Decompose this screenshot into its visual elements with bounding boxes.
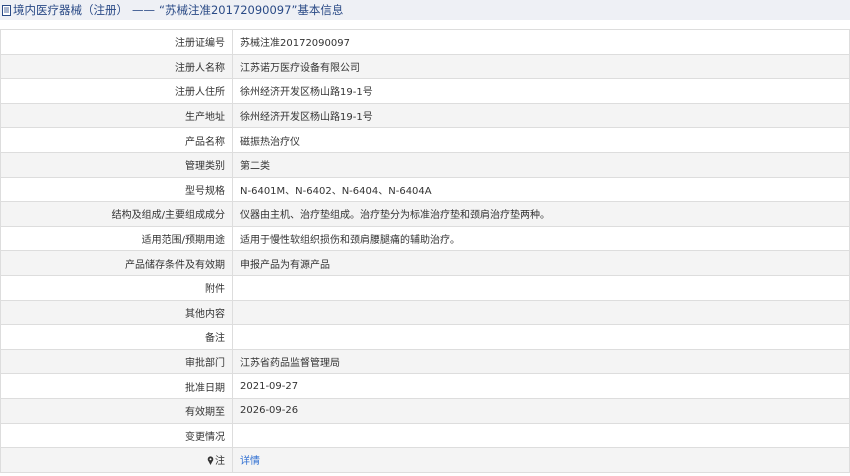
row-label-cell: 注册人名称 (0, 53, 233, 80)
row-value: 适用于慢性软组织损伤和颈肩腰腿痛的辅助治疗。 (232, 225, 850, 252)
pin-icon (207, 456, 214, 466)
row-label-cell: 变更情况 (0, 422, 233, 449)
table-row: 备注 (0, 324, 850, 350)
table-row: 附件 (0, 274, 850, 301)
row-label: 备注 (205, 333, 225, 345)
row-label: 产品储存条件及有效期 (125, 259, 225, 271)
table-row: 审批部门 江苏省药品监督管理局 (0, 348, 850, 375)
table-row: 变更情况 (0, 422, 850, 449)
row-label: 变更情况 (185, 431, 225, 443)
row-label-cell: 产品储存条件及有效期 (0, 250, 233, 276)
row-label: 附件 (205, 284, 225, 296)
row-value: 徐州经济开发区杨山路19-1号 (232, 78, 850, 104)
table-row: 生产地址 徐州经济开发区杨山路19-1号 (0, 102, 850, 129)
row-value: 江苏省药品监督管理局 (232, 348, 850, 375)
row-label: 注 (215, 456, 225, 468)
row-label-cell: 注册证编号 (0, 29, 233, 55)
row-label-cell: 生产地址 (0, 102, 233, 129)
row-label-cell: 产品名称 (0, 127, 233, 153)
row-label: 型号规格 (185, 185, 225, 197)
row-value: 2021-09-27 (232, 373, 850, 399)
row-label: 产品名称 (185, 136, 225, 148)
row-label-cell: 结构及组成/主要组成成分 (0, 201, 233, 227)
row-label-cell: 注册人住所 (0, 78, 233, 104)
details-link[interactable]: 详情 (232, 447, 850, 473)
row-value: N-6401M、N-6402、N-6404、N-6404A (232, 176, 850, 203)
table-row: 批准日期 2021-09-27 (0, 373, 850, 399)
row-value: 申报产品为有源产品 (232, 250, 850, 276)
table-row: 注册人名称 江苏诺万医疗设备有限公司 (0, 53, 850, 80)
table-row: 其他内容 (0, 299, 850, 326)
table-row: 注册证编号 苏械注准20172090097 (0, 29, 850, 55)
table-row: 产品储存条件及有效期 申报产品为有源产品 (0, 250, 850, 276)
table-row: 注册人住所 徐州经济开发区杨山路19-1号 (0, 78, 850, 104)
row-label-cell: 其他内容 (0, 299, 233, 326)
row-label: 注册证编号 (175, 38, 225, 50)
row-label: 管理类别 (185, 161, 225, 173)
table-row: 注详情 (0, 447, 850, 473)
row-label-cell: 批准日期 (0, 373, 233, 399)
row-label-cell: 附件 (0, 274, 233, 301)
row-label-cell: 适用范围/预期用途 (0, 225, 233, 252)
table-row: 管理类别 第二类 (0, 151, 850, 178)
table-row: 型号规格 N-6401M、N-6402、N-6404、N-6404A (0, 176, 850, 203)
row-value: 徐州经济开发区杨山路19-1号 (232, 102, 850, 129)
row-label: 生产地址 (185, 112, 225, 124)
row-label: 注册人名称 (175, 62, 225, 74)
row-label-cell: 有效期至 (0, 397, 233, 424)
header-subject: “苏械注准20172090097”基本信息 (159, 3, 344, 17)
table-row: 适用范围/预期用途 适用于慢性软组织损伤和颈肩腰腿痛的辅助治疗。 (0, 225, 850, 252)
row-value (232, 324, 850, 350)
header-separator: —— (132, 3, 155, 17)
row-label-cell: 注 (0, 447, 233, 473)
row-label-cell: 审批部门 (0, 348, 233, 375)
document-icon (2, 4, 11, 16)
row-label: 有效期至 (185, 407, 225, 419)
header-section: 境内医疗器械（注册） (13, 3, 128, 17)
row-label: 其他内容 (185, 308, 225, 320)
table-row: 产品名称 磁振热治疗仪 (0, 127, 850, 153)
row-value: 第二类 (232, 151, 850, 178)
table-row: 有效期至 2026-09-26 (0, 397, 850, 424)
row-label: 结构及组成/主要组成成分 (111, 210, 225, 222)
row-label: 注册人住所 (175, 87, 225, 99)
row-value (232, 274, 850, 301)
row-label: 批准日期 (185, 382, 225, 394)
row-label-cell: 型号规格 (0, 176, 233, 203)
table-row: 结构及组成/主要组成成分 仪器由主机、治疗垫组成。治疗垫分为标准治疗垫和颈肩治疗垫… (0, 201, 850, 227)
row-value: 磁振热治疗仪 (232, 127, 850, 153)
row-value: 2026-09-26 (232, 397, 850, 424)
row-label-cell: 备注 (0, 324, 233, 350)
page-header: 境内医疗器械（注册） —— “苏械注准20172090097”基本信息 (0, 0, 850, 20)
basic-info-table: 注册证编号 苏械注准20172090097 注册人名称 江苏诺万医疗设备有限公司 注册人… (0, 29, 850, 473)
row-label: 审批部门 (185, 358, 225, 370)
row-value: 江苏诺万医疗设备有限公司 (232, 53, 850, 80)
row-value: 仪器由主机、治疗垫组成。治疗垫分为标准治疗垫和颈肩治疗垫两种。 (232, 201, 850, 227)
row-label-cell: 管理类别 (0, 151, 233, 178)
row-value (232, 422, 850, 449)
row-value: 苏械注准20172090097 (232, 29, 850, 55)
row-label: 适用范围/预期用途 (141, 235, 225, 247)
row-value (232, 299, 850, 326)
